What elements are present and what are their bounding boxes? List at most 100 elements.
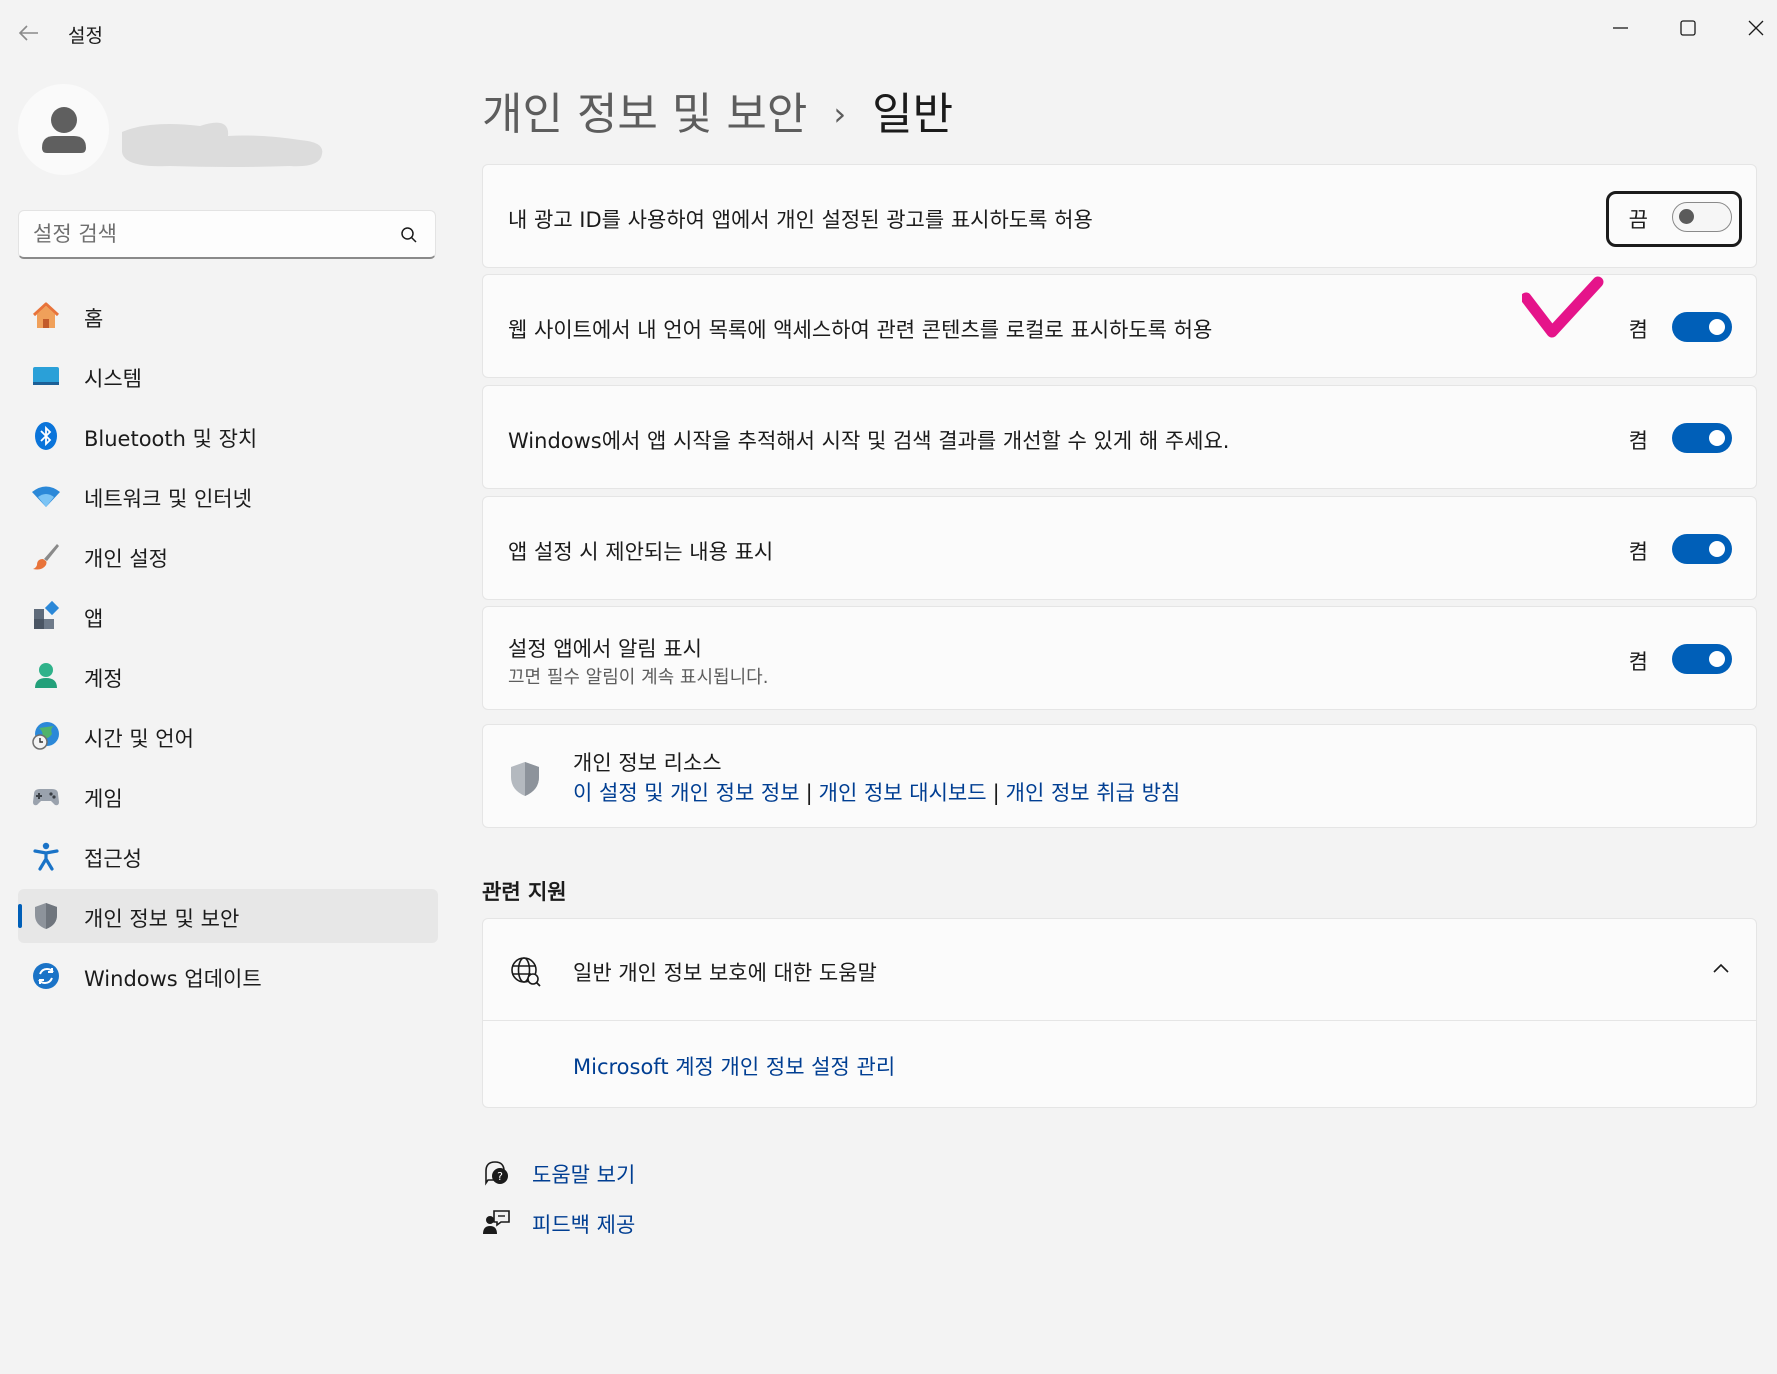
app-title: 설정 — [68, 25, 103, 47]
sidebar-item-label: 네트워크 및 인터넷 — [84, 487, 252, 511]
sidebar-item-label: 게임 — [84, 787, 123, 811]
sidebar-item-accessibility[interactable]: 접근성 — [18, 829, 438, 883]
toggle-state-text: 끔 — [1628, 208, 1648, 232]
resources-title: 개인 정보 리소스 — [573, 751, 722, 775]
setting-label: Windows에서 앱 시작을 추적해서 시작 및 검색 결과를 개선할 수 있… — [508, 429, 1230, 453]
sidebar-item-label: 계정 — [84, 667, 123, 691]
sidebar-item-label: 접근성 — [84, 847, 142, 871]
globe-clock-icon — [32, 722, 59, 750]
home-icon — [32, 302, 60, 328]
sidebar-item-label: 개인 정보 및 보안 — [84, 907, 240, 931]
maximize-button[interactable] — [1660, 8, 1716, 48]
title-bar: 설정 — [0, 0, 1777, 64]
sidebar-item-home[interactable]: 홈 — [18, 289, 438, 343]
chevron-up-icon[interactable] — [1712, 961, 1730, 975]
shield-icon — [511, 762, 539, 796]
back-button[interactable] — [14, 18, 44, 48]
sidebar-item-system[interactable]: 시스템 — [18, 349, 438, 403]
toggle-switch[interactable] — [1672, 423, 1732, 453]
gamepad-icon — [33, 789, 59, 806]
svg-text:?: ? — [497, 1170, 503, 1183]
sidebar-item-label: 홈 — [84, 307, 104, 331]
setting-label: 설정 앱에서 알림 표시 — [508, 637, 702, 661]
accessibility-icon — [33, 842, 59, 871]
back-arrow-icon — [18, 25, 38, 41]
sidebar-item-label: 개인 설정 — [84, 547, 168, 571]
user-profile[interactable] — [18, 84, 438, 179]
redaction-scribble — [122, 122, 323, 167]
setting-card-app-launch-tracking: Windows에서 앱 시작을 추적해서 시작 및 검색 결과를 개선할 수 있… — [482, 385, 1757, 489]
wifi-icon — [32, 486, 60, 507]
toggle-switch[interactable] — [1672, 534, 1732, 564]
support-expander-header[interactable]: 일반 개인 정보 보호에 대한 도움말 — [483, 919, 1756, 1021]
privacy-resources-card: 개인 정보 리소스 이 설정 및 개인 정보 정보 | 개인 정보 대시보드 | 개인 … — [482, 724, 1757, 828]
search-input[interactable] — [33, 219, 383, 249]
related-support-card: 일반 개인 정보 보호에 대한 도움말 Microsoft 계정 개인 정보 설… — [482, 918, 1757, 1108]
maximize-icon — [1680, 20, 1696, 36]
close-icon — [1748, 20, 1764, 36]
link-separator: | — [805, 781, 813, 805]
toggle-switch[interactable] — [1672, 202, 1732, 232]
settings-window: 설정 설정 검색 홈 시스템 Bluetooth 및 장치 네트워크 및 인터넷… — [0, 0, 1777, 1374]
user-icon — [42, 107, 86, 153]
sidebar-item-privacy-security[interactable]: 개인 정보 및 보안 — [18, 889, 438, 943]
monitor-icon — [33, 367, 59, 385]
update-icon — [33, 963, 59, 989]
help-icon: ? — [485, 1161, 508, 1186]
breadcrumb-separator: › — [833, 95, 847, 133]
feedback-icon — [483, 1210, 510, 1234]
bluetooth-icon — [35, 422, 57, 450]
toggle-state-text: 켬 — [1628, 429, 1648, 453]
sidebar: 홈 시스템 Bluetooth 및 장치 — [0, 64, 450, 1374]
setting-card-suggested-content: 앱 설정 시 제안되는 내용 표시 켬 — [482, 496, 1757, 600]
globe-icon — [511, 957, 541, 987]
sidebar-item-network[interactable]: 네트워크 및 인터넷 — [18, 469, 438, 523]
sidebar-item-apps[interactable]: 앱 — [18, 589, 438, 643]
minimize-icon — [1613, 27, 1628, 29]
sidebar-item-label: 앱 — [84, 607, 104, 631]
link-settings-privacy-info[interactable]: 이 설정 및 개인 정보 정보 — [573, 781, 800, 805]
setting-label: 앱 설정 시 제안되는 내용 표시 — [508, 540, 774, 564]
minimize-button[interactable] — [1592, 8, 1648, 48]
manage-microsoft-account-privacy-link[interactable]: Microsoft 계정 개인 정보 설정 관리 — [573, 1051, 895, 1081]
sidebar-item-time-language[interactable]: 시간 및 언어 — [18, 709, 438, 763]
get-help-link[interactable]: ? 도움말 보기 — [482, 1156, 782, 1188]
search-box[interactable] — [18, 210, 436, 259]
breadcrumb: 개인 정보 및 보안 › 일반 — [482, 78, 954, 140]
sidebar-item-label: 시간 및 언어 — [84, 727, 194, 751]
search-icon[interactable] — [399, 225, 419, 245]
sidebar-item-personalization[interactable]: 개인 설정 — [18, 529, 438, 583]
sidebar-item-label: 시스템 — [84, 367, 142, 391]
redacted-user-name — [110, 118, 340, 174]
sidebar-item-accounts[interactable]: 계정 — [18, 649, 438, 703]
sidebar-item-label: Windows 업데이트 — [84, 967, 262, 991]
annotation-checkmark — [1522, 276, 1604, 338]
related-support-heading: 관련 지원 — [482, 880, 567, 904]
sidebar-item-gaming[interactable]: 게임 — [18, 769, 438, 823]
avatar — [18, 84, 109, 175]
toggle-switch[interactable] — [1672, 312, 1732, 342]
setting-label: 웹 사이트에서 내 언어 목록에 액세스하여 관련 콘텐츠를 로컬로 표시하도록… — [508, 318, 1213, 342]
setting-label: 내 광고 ID를 사용하여 앱에서 개인 설정된 광고를 표시하도록 허용 — [508, 208, 1093, 232]
toggle-state-text: 켬 — [1628, 318, 1648, 342]
breadcrumb-parent[interactable]: 개인 정보 및 보안 — [482, 89, 807, 140]
sidebar-item-windows-update[interactable]: Windows 업데이트 — [18, 949, 438, 1003]
setting-card-advertising-id: 내 광고 ID를 사용하여 앱에서 개인 설정된 광고를 표시하도록 허용 끔 — [482, 164, 1757, 268]
sidebar-item-bluetooth[interactable]: Bluetooth 및 장치 — [18, 409, 438, 463]
setting-description: 끄면 필수 알림이 계속 표시됩니다. — [508, 667, 769, 688]
resources-links: 이 설정 및 개인 정보 정보 | 개인 정보 대시보드 | 개인 정보 취급 방침 — [573, 777, 1180, 807]
toggle-state-text: 켬 — [1628, 650, 1648, 674]
link-privacy-statement[interactable]: 개인 정보 취급 방침 — [1006, 781, 1181, 805]
setting-card-notifications: 설정 앱에서 알림 표시 끄면 필수 알림이 계속 표시됩니다. 켬 — [482, 606, 1757, 710]
close-button[interactable] — [1728, 8, 1777, 48]
shield-icon — [35, 903, 57, 929]
link-privacy-dashboard[interactable]: 개인 정보 대시보드 — [819, 781, 987, 805]
give-feedback-link[interactable]: 피드백 제공 — [482, 1206, 782, 1238]
toggle-switch[interactable] — [1672, 644, 1732, 674]
toggle-state-text: 켬 — [1628, 540, 1648, 564]
get-help-label: 도움말 보기 — [532, 1163, 636, 1187]
give-feedback-label: 피드백 제공 — [532, 1213, 636, 1237]
page-title: 일반 — [872, 89, 954, 140]
apps-icon — [34, 600, 60, 629]
sidebar-item-label: Bluetooth 및 장치 — [84, 427, 258, 451]
